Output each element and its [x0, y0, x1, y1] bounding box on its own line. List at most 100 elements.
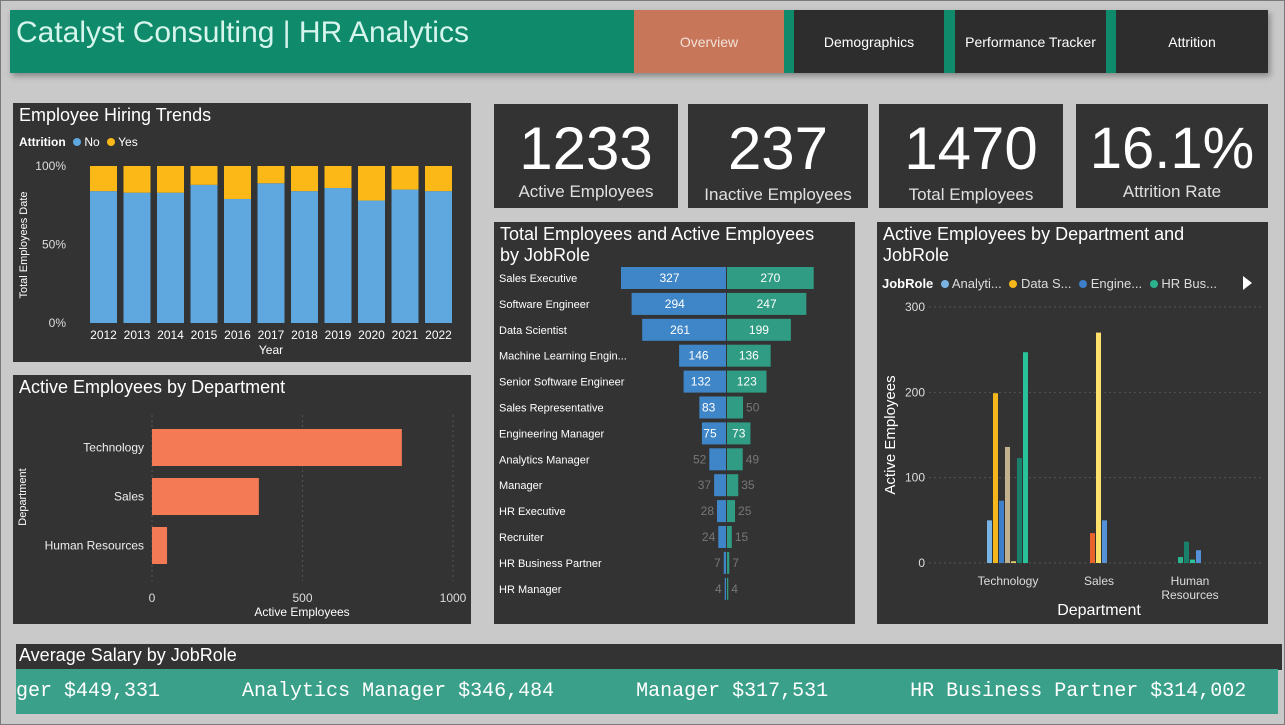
ticker-item: ger $449,331 [16, 680, 161, 703]
x-tick-label: 0 [149, 591, 156, 605]
bar-no-segment [358, 200, 385, 323]
bar-no-segment [190, 184, 218, 323]
bar-yes-segment [257, 166, 285, 184]
jobrole-label: Data Scientist [499, 325, 567, 337]
x-tick-label: 2012 [90, 328, 117, 342]
tab-attrition[interactable]: Attrition [1116, 10, 1268, 73]
active-value-label: 4 [731, 582, 738, 596]
active-value-label: 199 [749, 323, 769, 337]
x-tick-label: 500 [292, 591, 312, 605]
total-value-label: 28 [701, 504, 715, 518]
bar-yes-segment [358, 166, 385, 201]
kpi-active-value: 1233 [519, 115, 653, 182]
x-axis-label: Year [259, 343, 283, 357]
active-value-label: 15 [735, 530, 749, 544]
bar-no-segment [425, 191, 452, 323]
y-tick-label: 200 [905, 385, 925, 399]
active-bar [727, 500, 736, 523]
x-tick-label: 2022 [425, 328, 452, 342]
hiring-trends-panel[interactable]: Employee Hiring Trends Attrition No Yes … [13, 103, 471, 362]
active-bar [727, 551, 730, 574]
jobrole-label: Sales Executive [499, 273, 577, 285]
kpi-attrition-label: Attrition Rate [1122, 182, 1222, 201]
active-value-label: 136 [739, 349, 759, 363]
bar-yes-segment [90, 166, 117, 192]
dept-bar [152, 478, 259, 515]
kpi-total-employees: 1470 Total Employees [879, 104, 1063, 208]
kpi-inactive-value: 237 [727, 115, 829, 182]
kpi-active-label: Active Employees [518, 182, 654, 201]
total-value-label: 37 [698, 478, 712, 492]
jobrole-label: Recruiter [499, 532, 544, 544]
tab-demographics[interactable]: Demographics [794, 10, 944, 73]
x-axis-label: Department [1057, 602, 1141, 619]
dept-jobrole-panel[interactable]: Active Employees by Department and JobRo… [877, 222, 1268, 624]
x-tick-label: Technology [978, 574, 1039, 588]
bar-no-segment [324, 187, 352, 323]
total-value-label: 132 [691, 375, 711, 389]
header-bar: Catalyst Consulting | HR Analytics Overv… [10, 10, 1268, 73]
ticker-item: Analytics Manager $346,484 [242, 680, 555, 703]
x-tick-label: Human [1171, 574, 1210, 588]
x-tick-label: 2020 [358, 328, 385, 342]
cluster-bar [1190, 559, 1195, 563]
y-tick-label: 100% [35, 159, 66, 173]
cluster-bar [1178, 557, 1183, 563]
jobrole-label: Sales Representative [499, 403, 604, 415]
cluster-bar [1011, 561, 1016, 563]
jobrole-label: HR Manager [499, 584, 562, 596]
x-axis-label: Active Employees [254, 605, 349, 619]
kpi-inactive-employees: 237 Inactive Employees [688, 104, 868, 208]
tab-performance-tracker[interactable]: Performance Tracker [955, 10, 1106, 73]
jobrole-label: HR Business Partner [499, 558, 602, 570]
dept-bar [152, 429, 402, 466]
total-value-label: 75 [703, 426, 717, 440]
salary-panel: Average Salary by JobRole [16, 644, 1282, 670]
y-axis-label: Active Employees [882, 375, 899, 494]
active-bar [727, 448, 743, 471]
total-value-label: 83 [702, 401, 716, 415]
jobrole-label: Engineering Manager [499, 428, 605, 440]
cluster-bar [1196, 550, 1201, 563]
bar-no-segment [257, 183, 285, 323]
jobrole-panel[interactable]: Total Employees and Active Employees by … [494, 222, 855, 624]
cluster-bar [1096, 332, 1101, 563]
total-value-label: 4 [715, 582, 722, 596]
active-bar [727, 526, 732, 548]
bar-no-segment [90, 191, 117, 323]
tab-overview[interactable]: Overview [634, 10, 784, 73]
y-axis-label: Department [17, 468, 29, 525]
jobrole-chart: Sales Executive 327 270 Software Engineer 29… [499, 267, 814, 600]
x-tick-label: 2017 [258, 328, 285, 342]
total-bar [709, 448, 726, 471]
total-value-label: 261 [670, 323, 690, 337]
cluster-bar [999, 500, 1004, 563]
total-value-label: 146 [689, 349, 709, 363]
total-bar [724, 577, 726, 600]
jobrole-label: Analytics Manager [499, 454, 590, 466]
cluster-bar [1005, 446, 1010, 563]
ticker-item: Manager $317,531 [636, 680, 829, 703]
kpi-total-label: Total Employees [908, 185, 1034, 204]
y-tick-label: 50% [42, 238, 66, 252]
y-axis-label: Total Employees Date [18, 192, 30, 299]
x-tick-label: Sales [1084, 574, 1114, 588]
bar-no-segment [224, 198, 251, 323]
bar-no-segment [123, 192, 151, 323]
total-value-label: 7 [714, 556, 721, 570]
y-tick-label: 300 [905, 300, 925, 314]
x-tick-label: 2019 [325, 328, 352, 342]
x-tick-label: 2016 [224, 328, 251, 342]
dept-panel[interactable]: Active Employees by Department 0 500 1000 T… [13, 375, 471, 624]
y-tick-label: 0 [918, 556, 925, 570]
bar-no-segment [157, 192, 184, 323]
total-bar [717, 500, 726, 523]
jobrole-label: Manager [499, 480, 543, 492]
bar-yes-segment [324, 166, 352, 188]
kpi-active-employees: 1233 Active Employees [494, 104, 678, 208]
dept-label: Technology [83, 441, 144, 455]
active-bar [727, 474, 739, 497]
x-tick-label: 1000 [440, 591, 467, 605]
active-value-label: 270 [760, 271, 780, 285]
active-value-label: 123 [737, 375, 757, 389]
